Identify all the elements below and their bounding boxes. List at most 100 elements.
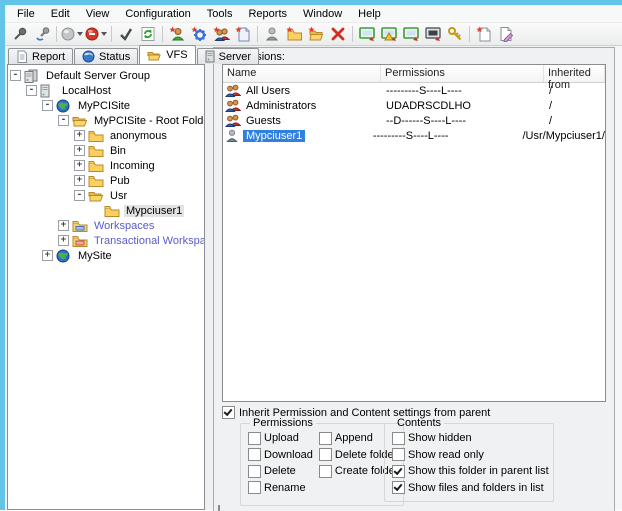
- menu-window[interactable]: Window: [295, 7, 350, 21]
- table-row-all-users[interactable]: All Users ---------S----L---- /: [223, 83, 605, 98]
- menu-tools[interactable]: Tools: [199, 7, 241, 21]
- disconnect-icon: [34, 26, 50, 42]
- new-folder-button[interactable]: [283, 24, 305, 44]
- table-row-guests[interactable]: Guests --D------S----L---- /: [223, 113, 605, 128]
- show-folder-in-parent-checkbox[interactable]: [392, 465, 405, 478]
- monitor-session-button[interactable]: [400, 24, 422, 44]
- delete-folder-checkbox[interactable]: [319, 448, 332, 461]
- show-files-folders-checkbox[interactable]: [392, 481, 405, 494]
- menu-file[interactable]: File: [9, 7, 43, 21]
- stop-server-dropdown-icon[interactable]: [101, 32, 107, 36]
- expand-icon[interactable]: +: [74, 160, 85, 171]
- column-header-permissions[interactable]: Permissions: [381, 65, 544, 82]
- status-tab-icon: [82, 50, 95, 63]
- clipped-checkbox[interactable]: [218, 506, 220, 511]
- new-group-button[interactable]: [210, 24, 232, 44]
- delete-checkbox[interactable]: [248, 465, 261, 478]
- monitor-console-button[interactable]: [422, 24, 444, 44]
- expand-icon[interactable]: +: [58, 220, 69, 231]
- tree-item-label: MyPCISite - Root Folder: [92, 115, 205, 127]
- toolbar-separator: [56, 26, 57, 42]
- refresh-button[interactable]: [137, 24, 159, 44]
- expand-icon[interactable]: +: [74, 145, 85, 156]
- rename-checkbox[interactable]: [248, 481, 261, 494]
- show-read-only-checkbox[interactable]: [392, 448, 405, 461]
- new-folder-icon: [286, 26, 303, 42]
- disconnect-button[interactable]: [31, 24, 53, 44]
- rename-label: Rename: [264, 482, 306, 494]
- monitor-warning-button[interactable]: [378, 24, 400, 44]
- folder-icon: [88, 174, 105, 188]
- user-button[interactable]: [261, 24, 283, 44]
- collapse-icon[interactable]: -: [26, 85, 37, 96]
- tree-item-workspaces[interactable]: + Workspaces: [8, 218, 204, 233]
- table-row-administrators[interactable]: Administrators UDADRSCDLHO /: [223, 98, 605, 113]
- tree-item-label: Transactional Workspaces: [92, 235, 205, 247]
- tree-item-transactional-workspaces[interactable]: + Transactional Workspaces: [8, 233, 204, 248]
- column-header-name[interactable]: Name: [223, 65, 381, 82]
- tree-item-incoming[interactable]: + Incoming: [8, 158, 204, 173]
- new-settings-button[interactable]: [188, 24, 210, 44]
- expand-icon[interactable]: +: [42, 250, 53, 261]
- connect-button[interactable]: [9, 24, 31, 44]
- tree-item-mypciuser1[interactable]: Mypciuser1: [8, 203, 204, 218]
- monitor-down-button[interactable]: [356, 24, 378, 44]
- tab-report[interactable]: Report: [8, 48, 73, 64]
- new-user-button[interactable]: [166, 24, 188, 44]
- menu-view[interactable]: View: [78, 7, 118, 21]
- tree-item-anonymous[interactable]: + anonymous: [8, 128, 204, 143]
- collapse-icon[interactable]: -: [74, 190, 85, 201]
- folder-open-icon: [88, 189, 105, 203]
- upload-checkbox[interactable]: [248, 432, 261, 445]
- inherit-settings-checkbox[interactable]: [222, 406, 235, 419]
- column-header-inherited-from[interactable]: Inherited from: [544, 65, 605, 82]
- append-checkbox[interactable]: [319, 432, 332, 445]
- tree-item-mypcisite[interactable]: - MyPCISite: [8, 98, 204, 113]
- stop-server-button[interactable]: [84, 24, 108, 44]
- tree-item-localhost[interactable]: - LocalHost: [8, 83, 204, 98]
- new-group-icon: [213, 26, 230, 42]
- new-report-button[interactable]: [473, 24, 495, 44]
- tree-item-default-server-group[interactable]: - Default Server Group: [8, 68, 204, 83]
- delete-button[interactable]: [327, 24, 349, 44]
- tree-item-usr[interactable]: - Usr: [8, 188, 204, 203]
- permissions-key-button[interactable]: [444, 24, 466, 44]
- permission-string: ---------S----L----: [381, 85, 544, 97]
- expand-icon[interactable]: +: [58, 235, 69, 246]
- expand-icon[interactable]: +: [74, 175, 85, 186]
- download-checkbox[interactable]: [248, 448, 261, 461]
- tree-item-label: Bin: [108, 145, 128, 157]
- tab-server[interactable]: Server: [197, 48, 259, 64]
- tree-item-bin[interactable]: + Bin: [8, 143, 204, 158]
- tree-item-mysite[interactable]: + MySite: [8, 248, 204, 263]
- create-folder-checkbox[interactable]: [319, 465, 332, 478]
- collapse-icon[interactable]: -: [10, 70, 21, 81]
- toolbar: [5, 23, 622, 46]
- permission-entry-name: All Users: [243, 85, 293, 97]
- start-server-dropdown-icon[interactable]: [77, 32, 83, 36]
- menu-reports[interactable]: Reports: [240, 7, 295, 21]
- collapse-icon[interactable]: -: [42, 100, 53, 111]
- open-folder-icon: [308, 26, 325, 42]
- delete-x-icon: [330, 26, 346, 42]
- expand-icon[interactable]: +: [74, 130, 85, 141]
- menu-help[interactable]: Help: [350, 7, 389, 21]
- menu-configuration[interactable]: Configuration: [117, 7, 198, 21]
- edit-report-button[interactable]: [495, 24, 517, 44]
- open-folder-button[interactable]: [305, 24, 327, 44]
- tab-status[interactable]: Status: [74, 48, 138, 64]
- toolbar-separator: [352, 26, 353, 42]
- show-hidden-checkbox[interactable]: [392, 432, 405, 445]
- new-template-button[interactable]: [232, 24, 254, 44]
- permission-entry-name: Guests: [243, 115, 284, 127]
- table-row-mypciuser1[interactable]: Mypciuser1 ---------S----L---- /Usr/Mypc…: [223, 128, 605, 143]
- start-server-button[interactable]: [60, 24, 84, 44]
- folder-open-icon: [72, 114, 89, 128]
- folder-icon: [88, 144, 105, 158]
- menu-edit[interactable]: Edit: [43, 7, 78, 21]
- collapse-icon[interactable]: -: [58, 115, 69, 126]
- tree-item-root-folder[interactable]: - MyPCISite - Root Folder: [8, 113, 204, 128]
- tree-item-pub[interactable]: + Pub: [8, 173, 204, 188]
- tab-vfs[interactable]: VFS: [139, 45, 195, 64]
- apply-button[interactable]: [115, 24, 137, 44]
